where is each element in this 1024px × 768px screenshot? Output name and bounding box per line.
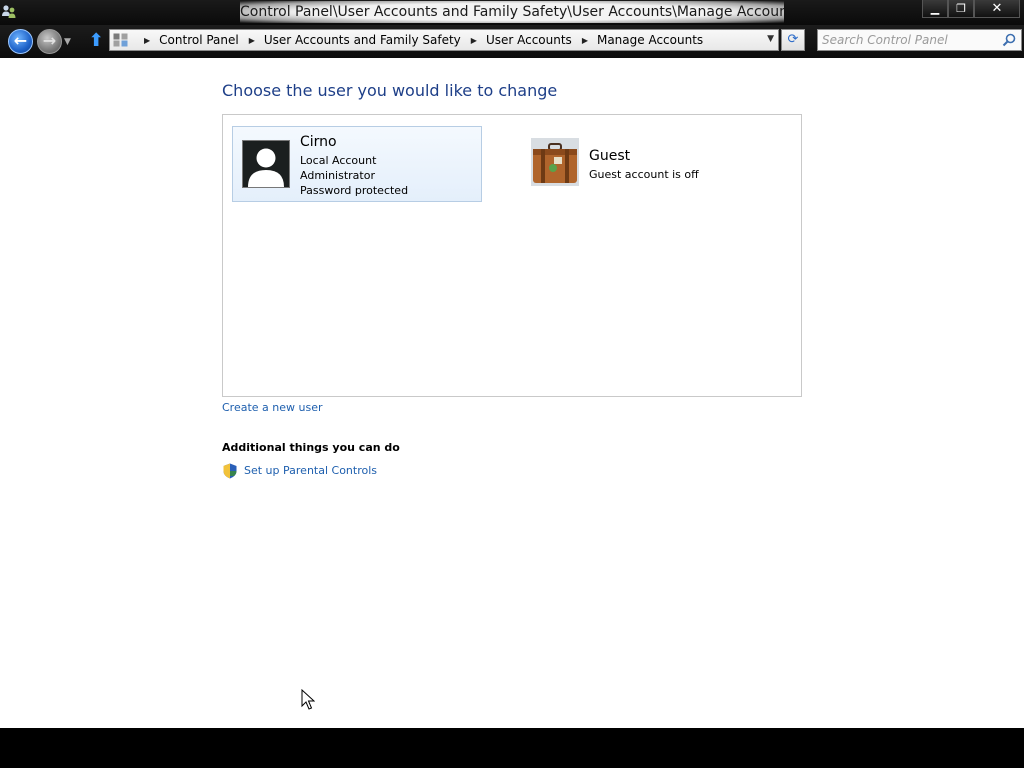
- up-level-button[interactable]: ⬆: [87, 31, 105, 51]
- suitcase-icon: [531, 138, 579, 186]
- uac-shield-icon: [223, 463, 237, 479]
- address-history-dropdown[interactable]: ▼: [767, 34, 774, 44]
- user-name: Guest: [589, 148, 631, 164]
- main-content: Choose the user you would like to change…: [0, 58, 1024, 728]
- forward-arrow-icon: →: [42, 31, 57, 50]
- minimize-button[interactable]: ▁: [922, 0, 948, 18]
- back-arrow-icon: ←: [13, 31, 28, 50]
- user-detail: Guest account is off: [589, 168, 699, 181]
- user-tile-cirno[interactable]: Cirno Local Account Administrator Passwo…: [232, 126, 482, 202]
- user-detail: Password protected: [300, 184, 409, 197]
- breadcrumb-manage-accounts[interactable]: Manage Accounts: [597, 33, 703, 47]
- user-tile-guest[interactable]: Guest Guest account is off: [523, 126, 773, 202]
- user-list: Cirno Local Account Administrator Passwo…: [222, 114, 802, 397]
- caption-buttons: ▁ ❐ ✕: [922, 0, 1020, 19]
- breadcrumb-user-accounts-family-safety[interactable]: User Accounts and Family Safety: [264, 33, 461, 47]
- search-box[interactable]: [817, 29, 1022, 51]
- breadcrumb-control-panel[interactable]: Control Panel: [159, 33, 239, 47]
- breadcrumb-separator-icon[interactable]: ▶: [144, 36, 150, 45]
- breadcrumb-separator-icon[interactable]: ▶: [582, 36, 588, 45]
- address-bar[interactable]: ▶ Control Panel ▶ User Accounts and Fami…: [109, 29, 779, 51]
- navigation-bar: ← → ▼ ⬆ ▶ Control Panel ▶ User Accounts …: [0, 25, 1024, 58]
- back-button[interactable]: ←: [8, 29, 33, 54]
- user-detail: Local Account: [300, 154, 377, 167]
- forward-button[interactable]: →: [37, 29, 62, 54]
- page-title: Choose the user you would like to change: [222, 81, 558, 100]
- search-input[interactable]: [822, 31, 998, 49]
- refresh-icon: ⟳: [787, 32, 799, 47]
- breadcrumb-user-accounts[interactable]: User Accounts: [486, 33, 572, 47]
- breadcrumb: ▶ Control Panel ▶ User Accounts and Fami…: [134, 30, 703, 50]
- up-arrow-icon: ⬆: [88, 30, 104, 51]
- search-icon[interactable]: [1002, 33, 1016, 47]
- person-silhouette-icon: [242, 140, 290, 188]
- additional-tasks-heading: Additional things you can do: [222, 441, 400, 454]
- breadcrumb-separator-icon[interactable]: ▶: [249, 36, 255, 45]
- title-bar[interactable]: Control Panel\User Accounts and Family S…: [0, 0, 1024, 25]
- recent-pages-dropdown[interactable]: ▼: [64, 37, 71, 47]
- taskbar: [0, 728, 1024, 768]
- user-accounts-icon: [2, 5, 16, 18]
- user-name: Cirno: [300, 134, 337, 150]
- close-button[interactable]: ✕: [974, 0, 1020, 18]
- user-detail: Administrator: [300, 169, 375, 182]
- parental-controls-link[interactable]: Set up Parental Controls: [244, 464, 377, 477]
- create-new-user-link[interactable]: Create a new user: [222, 401, 323, 414]
- refresh-button[interactable]: ⟳: [781, 29, 805, 51]
- mouse-pointer-icon: [301, 689, 315, 710]
- control-panel-window: Control Panel\User Accounts and Family S…: [0, 0, 1024, 728]
- restore-button[interactable]: ❐: [948, 0, 974, 18]
- control-panel-icon: [113, 33, 128, 47]
- breadcrumb-separator-icon[interactable]: ▶: [471, 36, 477, 45]
- window-title: Control Panel\User Accounts and Family S…: [240, 1, 784, 23]
